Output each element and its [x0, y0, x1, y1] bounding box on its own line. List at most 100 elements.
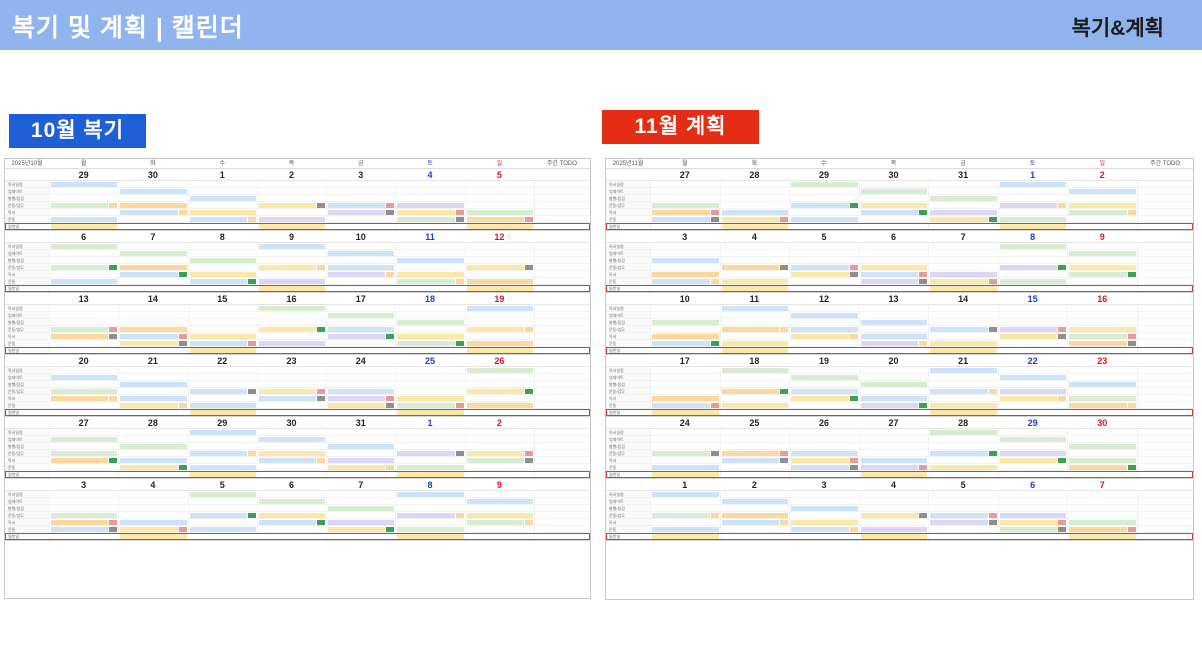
schedule-cell[interactable] [326, 250, 395, 256]
schedule-chip[interactable] [120, 271, 178, 277]
todo-cell[interactable] [1137, 429, 1193, 435]
schedule-cell[interactable] [858, 388, 929, 394]
schedule-cell[interactable] [789, 450, 859, 456]
schedule-chip[interactable] [721, 402, 789, 408]
schedule-cell[interactable] [650, 209, 720, 215]
schedule-chip[interactable] [397, 271, 464, 277]
schedule-cell[interactable] [49, 512, 118, 518]
schedule-cell[interactable] [789, 340, 859, 346]
schedule-chip[interactable] [51, 264, 109, 270]
schedule-chip[interactable] [397, 395, 464, 401]
schedule-cell[interactable] [719, 250, 790, 256]
schedule-chip[interactable] [652, 333, 719, 339]
schedule-cell[interactable] [858, 395, 929, 401]
schedule-cell[interactable] [118, 271, 187, 277]
schedule-cell[interactable] [928, 429, 998, 435]
schedule-cell[interactable] [395, 498, 464, 504]
schedule-cell[interactable] [49, 402, 118, 408]
schedule-chip[interactable] [652, 491, 719, 497]
todo-cell[interactable] [533, 471, 590, 477]
schedule-cell[interactable] [326, 195, 395, 201]
schedule-cell[interactable] [719, 188, 790, 194]
schedule-cell[interactable] [49, 526, 118, 532]
date-cell[interactable]: 9 [1067, 231, 1137, 242]
schedule-chip[interactable] [51, 216, 118, 222]
schedule-cell[interactable] [118, 402, 187, 408]
schedule-cell[interactable] [1067, 381, 1137, 387]
schedule-cell[interactable] [395, 450, 464, 456]
schedule-cell[interactable] [928, 264, 998, 270]
schedule-chip[interactable] [397, 533, 464, 539]
schedule-chip[interactable] [999, 374, 1067, 380]
date-cell[interactable]: 20 [49, 355, 118, 366]
schedule-cell[interactable] [187, 519, 257, 525]
schedule-chip[interactable] [120, 533, 187, 539]
todo-cell[interactable] [534, 293, 590, 304]
schedule-chip[interactable] [51, 202, 109, 208]
schedule-cell[interactable] [928, 505, 998, 511]
schedule-cell[interactable] [118, 491, 187, 497]
schedule-cell[interactable] [997, 243, 1068, 249]
todo-cell[interactable] [1137, 312, 1193, 318]
schedule-cell[interactable] [719, 395, 790, 401]
schedule-cell[interactable] [49, 209, 118, 215]
schedule-cell[interactable] [719, 216, 790, 222]
schedule-chip[interactable] [120, 188, 187, 194]
todo-cell[interactable] [534, 479, 590, 490]
schedule-cell[interactable] [464, 319, 534, 325]
schedule-cell[interactable] [789, 381, 859, 387]
schedule-cell[interactable] [256, 202, 326, 208]
schedule-cell[interactable] [719, 278, 790, 284]
schedule-cell[interactable] [719, 388, 790, 394]
date-cell[interactable]: 22 [188, 355, 257, 366]
schedule-cell[interactable] [719, 195, 790, 201]
date-cell[interactable]: 8 [395, 479, 464, 490]
schedule-cell[interactable] [650, 264, 720, 270]
schedule-cell[interactable] [118, 526, 187, 532]
schedule-cell[interactable] [395, 491, 464, 497]
schedule-chip[interactable] [328, 264, 395, 270]
schedule-chip[interactable] [51, 457, 109, 463]
schedule-cell[interactable] [49, 305, 118, 311]
schedule-cell[interactable] [1067, 395, 1137, 401]
schedule-cell[interactable] [997, 333, 1068, 339]
schedule-chip[interactable] [328, 457, 395, 463]
schedule-cell[interactable] [187, 264, 257, 270]
todo-cell[interactable] [534, 417, 590, 428]
schedule-cell[interactable] [789, 202, 859, 208]
schedule-cell[interactable] [789, 436, 859, 442]
schedule-cell[interactable] [719, 202, 790, 208]
schedule-cell[interactable] [719, 209, 790, 215]
schedule-cell[interactable] [997, 257, 1068, 263]
schedule-cell[interactable] [650, 505, 720, 511]
schedule-cell[interactable] [997, 388, 1068, 394]
schedule-cell[interactable] [118, 326, 187, 332]
date-cell[interactable]: 5 [465, 169, 534, 180]
schedule-cell[interactable] [326, 278, 395, 284]
schedule-cell[interactable] [395, 223, 464, 229]
todo-cell[interactable] [533, 381, 590, 387]
schedule-cell[interactable] [187, 250, 257, 256]
todo-cell[interactable] [1137, 417, 1193, 428]
schedule-cell[interactable] [187, 450, 257, 456]
schedule-cell[interactable] [789, 188, 859, 194]
date-cell[interactable]: 25 [395, 355, 464, 366]
schedule-cell[interactable] [395, 436, 464, 442]
schedule-cell[interactable] [719, 312, 790, 318]
todo-cell[interactable] [1137, 381, 1193, 387]
schedule-cell[interactable] [118, 533, 187, 539]
schedule-cell[interactable] [928, 409, 998, 415]
schedule-cell[interactable] [187, 457, 257, 463]
schedule-cell[interactable] [118, 333, 187, 339]
schedule-cell[interactable] [187, 347, 257, 353]
schedule-cell[interactable] [997, 471, 1068, 477]
date-cell[interactable]: 27 [859, 417, 929, 428]
schedule-cell[interactable] [650, 188, 720, 194]
schedule-cell[interactable] [1067, 340, 1137, 346]
schedule-cell[interactable] [464, 436, 534, 442]
schedule-cell[interactable] [1067, 216, 1137, 222]
schedule-cell[interactable] [858, 181, 929, 187]
schedule-cell[interactable] [928, 285, 998, 291]
schedule-cell[interactable] [256, 450, 326, 456]
schedule-cell[interactable] [187, 271, 257, 277]
